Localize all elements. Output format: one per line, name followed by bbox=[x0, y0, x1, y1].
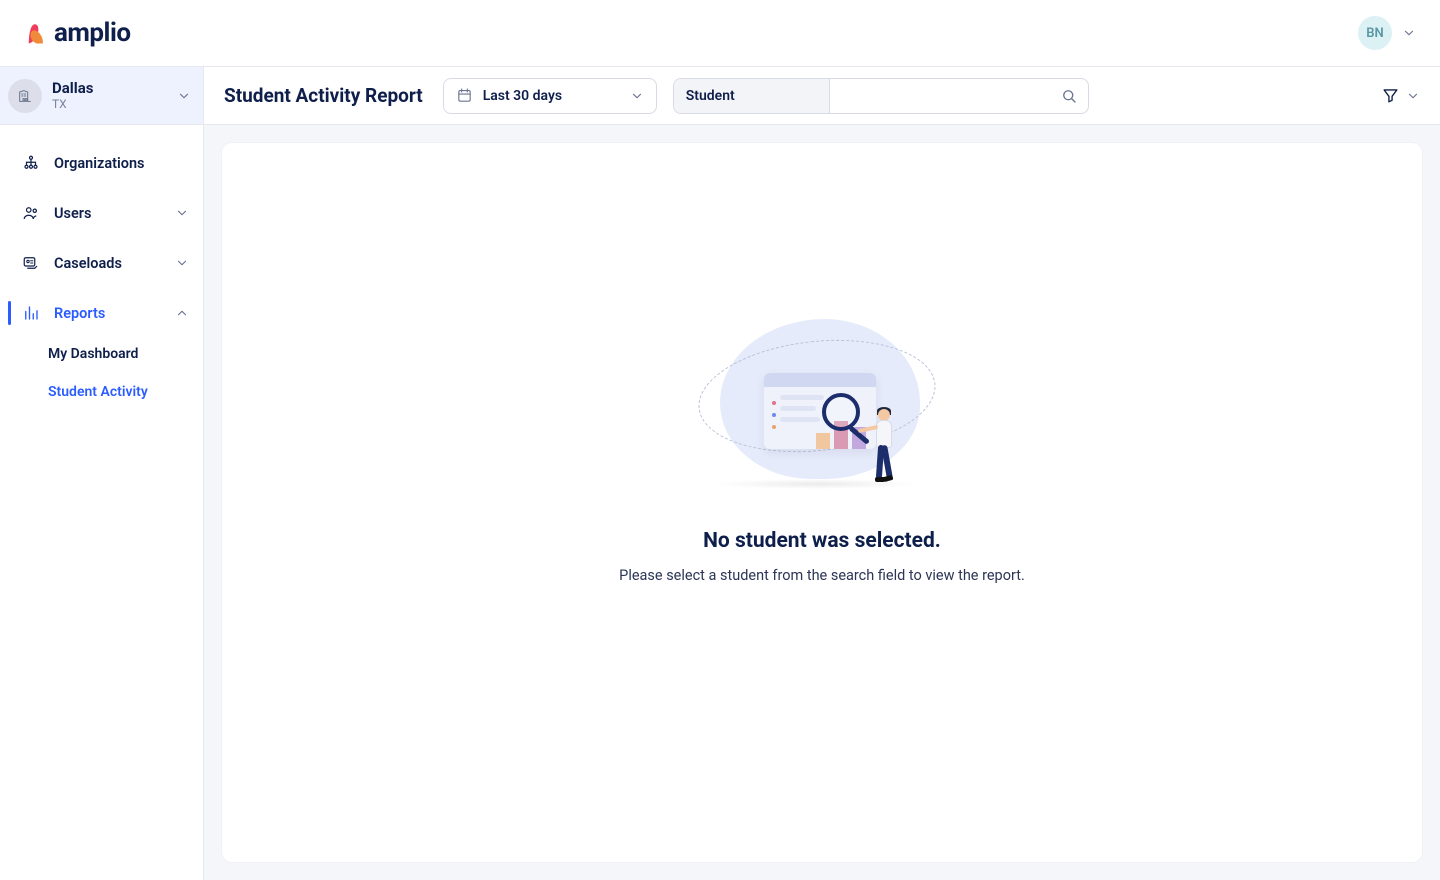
chevron-down-icon bbox=[1406, 89, 1420, 103]
search-type-select[interactable]: Student bbox=[674, 79, 830, 113]
search-type-label: Student bbox=[686, 88, 735, 104]
sidebar-item-label: Reports bbox=[54, 305, 161, 322]
brand-mark-icon bbox=[20, 19, 48, 47]
sidebar-item-users[interactable]: Users bbox=[0, 191, 203, 235]
org-name: Dallas bbox=[52, 79, 167, 97]
content-area: No student was selected. Please select a… bbox=[204, 125, 1440, 880]
org-region: TX bbox=[52, 97, 167, 111]
building-icon bbox=[8, 79, 42, 113]
empty-state-title: No student was selected. bbox=[703, 529, 941, 553]
org-tree-icon bbox=[22, 154, 40, 172]
org-switcher[interactable]: Dallas TX bbox=[0, 67, 203, 125]
users-icon bbox=[22, 204, 40, 222]
filter-icon bbox=[1381, 86, 1400, 105]
chevron-down-icon bbox=[175, 256, 189, 270]
top-header: amplio BN bbox=[0, 0, 1440, 67]
caseloads-icon bbox=[22, 254, 40, 272]
filter-button[interactable] bbox=[1381, 86, 1420, 105]
sidebar-subitem-label: My Dashboard bbox=[48, 346, 138, 362]
reports-submenu: My Dashboard Student Activity bbox=[0, 335, 203, 411]
main: Student Activity Report Last 30 days Stu… bbox=[204, 67, 1440, 880]
sidebar-nav: Organizations Users Caseloads bbox=[0, 125, 203, 427]
chevron-up-icon bbox=[175, 306, 189, 320]
brand-name: amplio bbox=[54, 18, 131, 48]
sidebar-item-label: Caseloads bbox=[54, 255, 161, 272]
search-icon[interactable] bbox=[1060, 87, 1078, 105]
date-range-picker[interactable]: Last 30 days bbox=[443, 78, 657, 114]
brand-logo[interactable]: amplio bbox=[20, 18, 131, 48]
sidebar-item-caseloads[interactable]: Caseloads bbox=[0, 241, 203, 285]
sidebar-item-reports[interactable]: Reports bbox=[0, 291, 203, 335]
sidebar-subitem-my-dashboard[interactable]: My Dashboard bbox=[48, 335, 203, 373]
sidebar: Dallas TX Organizations Users bbox=[0, 67, 204, 880]
search-input[interactable] bbox=[842, 88, 1060, 104]
sidebar-item-organizations[interactable]: Organizations bbox=[0, 141, 203, 185]
calendar-icon bbox=[456, 87, 473, 104]
page-title: Student Activity Report bbox=[224, 84, 423, 107]
page-toolbar: Student Activity Report Last 30 days Stu… bbox=[204, 67, 1440, 125]
sidebar-item-label: Organizations bbox=[54, 155, 189, 172]
sidebar-item-label: Users bbox=[54, 205, 161, 222]
empty-state-subtitle: Please select a student from the search … bbox=[619, 567, 1025, 584]
chevron-down-icon bbox=[1402, 26, 1416, 40]
search-combo: Student bbox=[673, 78, 1089, 114]
report-card: No student was selected. Please select a… bbox=[222, 143, 1422, 862]
chevron-down-icon bbox=[177, 89, 191, 103]
sidebar-subitem-label: Student Activity bbox=[48, 384, 148, 400]
date-range-label: Last 30 days bbox=[483, 88, 620, 104]
chevron-down-icon bbox=[175, 206, 189, 220]
chevron-down-icon bbox=[630, 89, 644, 103]
user-menu[interactable]: BN bbox=[1358, 16, 1416, 50]
avatar: BN bbox=[1358, 16, 1392, 50]
reports-icon bbox=[22, 304, 40, 322]
empty-state-illustration bbox=[702, 313, 942, 493]
sidebar-subitem-student-activity[interactable]: Student Activity bbox=[48, 373, 203, 411]
